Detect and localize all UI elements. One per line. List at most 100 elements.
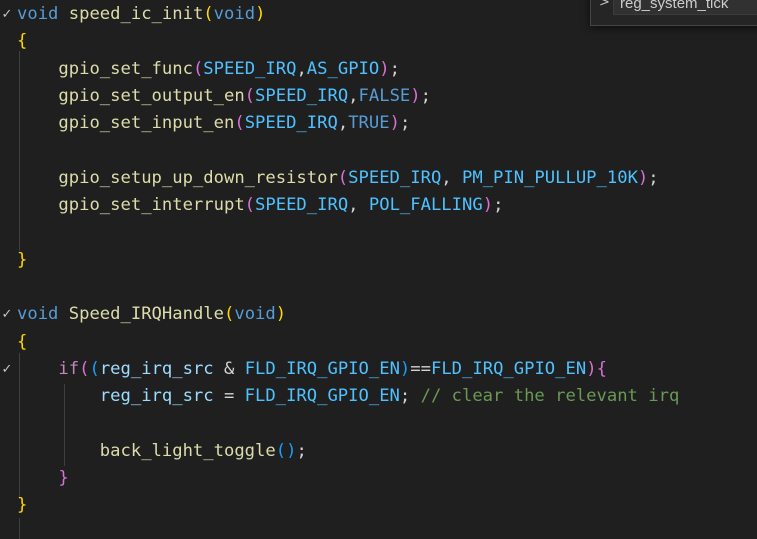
code-line[interactable] [0,274,757,301]
code-line[interactable]: } [0,492,757,519]
code-token: } [17,495,28,516]
code-token: FLD_IRQ_GPIO_EN [430,358,587,379]
code-token: , [441,167,462,188]
code-token: , [296,58,307,79]
code-line[interactable]: { [0,28,757,55]
code-text: if((reg_irq_src & FLD_IRQ_GPIO_EN)==FLD_… [17,356,607,383]
find-input[interactable]: reg_system_tick [613,0,757,15]
code-line[interactable] [0,138,757,165]
fold-chevron-icon[interactable]: ✓ [0,356,14,383]
code-line[interactable] [0,219,757,246]
code-text: gpio_set_interrupt(SPEED_IRQ, POL_FALLIN… [17,192,503,219]
code-line[interactable]: gpio_set_func(SPEED_IRQ,AS_GPIO); [0,56,757,83]
code-token: ) [586,358,597,379]
code-token: SPEED_IRQ [348,167,442,188]
code-token: , [348,195,369,216]
code-token: gpio_setup_up_down_resistor [58,167,338,188]
chevron-right-icon[interactable]: > [599,0,610,10]
code-token: = [213,386,245,407]
code-line[interactable]: gpio_set_interrupt(SPEED_IRQ, POL_FALLIN… [0,192,757,219]
fold-chevron-icon[interactable]: ✓ [0,301,14,328]
code-line[interactable]: ✓ if((reg_irq_src & FLD_IRQ_GPIO_EN)==FL… [0,356,757,383]
code-token: Speed_IRQHandle [68,304,224,325]
indent-guide [19,518,20,539]
code-token: gpio_set_interrupt [58,195,245,216]
code-editor[interactable]: ✓ void speed_ic_init(void){ gpio_set_func… [0,0,757,539]
code-text: { [17,329,27,356]
code-token: SPEED_IRQ [255,195,349,216]
code-text: gpio_set_func(SPEED_IRQ,AS_GPIO); [17,56,400,83]
code-token: ; [493,195,504,216]
code-line[interactable]: gpio_set_input_en(SPEED_IRQ,TRUE); [0,110,757,137]
code-line[interactable]: } [0,247,757,274]
code-line[interactable]: { [0,329,757,356]
code-token: ( [79,358,90,379]
code-token: ) [410,85,421,106]
code-line[interactable]: gpio_set_output_en(SPEED_IRQ,FALSE); [0,83,757,110]
code-token: TRUE [348,113,390,134]
code-line[interactable]: } [0,465,757,492]
code-token: void [17,4,59,24]
code-line[interactable] [0,411,757,438]
code-line[interactable]: ✓ void Speed_IRQHandle(void) [0,301,757,328]
code-text: back_light_toggle(); [17,438,307,465]
code-line[interactable]: back_light_toggle(); [0,438,757,465]
code-token: ) [482,195,494,216]
code-token: // clear the relevant irq [420,386,680,407]
code-token: ; [389,58,400,79]
code-token: FALSE [358,85,411,106]
code-token: == [410,358,431,379]
code-token: gpio_set_func [58,58,193,79]
code-token: ( [337,167,349,188]
code-token: POL_FALLING [368,195,483,216]
code-token: ) [389,113,400,134]
code-token: ( [234,113,245,134]
code-token: ) [275,304,287,325]
code-token: void [213,4,256,24]
code-token: SPEED_IRQ [244,113,338,134]
code-token: void [234,304,276,325]
code-token: ) [399,358,411,379]
code-token: } [58,468,69,489]
code-line[interactable]: gpio_setup_up_down_resistor(SPEED_IRQ, P… [0,165,757,192]
code-token: SPEED_IRQ [203,58,297,79]
code-text: void Speed_IRQHandle(void) [17,301,286,328]
code-token: { [17,31,28,52]
code-token: AS_GPIO [306,58,380,79]
code-token: ; [420,85,431,106]
code-token: ) [379,58,390,79]
code-token: ; [296,440,307,461]
code-token: ( [244,195,256,216]
code-token: ( [203,4,214,24]
code-token: reg_irq_src [99,358,214,379]
code-token: gpio_set_output_en [58,85,245,106]
code-text: } [17,465,69,492]
code-token: speed_ic_init [68,4,204,24]
code-token: ( [275,440,287,461]
code-line[interactable]: reg_irq_src = FLD_IRQ_GPIO_EN; // clear … [0,383,757,410]
code-token: if [58,358,80,379]
find-widget[interactable]: > reg_system_tick [590,0,757,26]
code-text: } [17,247,27,274]
code-token: FLD_IRQ_GPIO_EN [244,358,400,379]
code-text: void speed_ic_init(void) [17,1,265,28]
code-token: reg_irq_src [99,386,214,407]
code-token: void [17,304,59,325]
code-token: ) [286,440,297,461]
code-token: ; [399,386,421,407]
code-token: ; [399,113,411,134]
code-token: back_light_toggle [99,440,276,461]
code-text: gpio_set_input_en(SPEED_IRQ,TRUE); [17,110,410,137]
fold-chevron-icon[interactable]: ✓ [0,1,14,28]
code-text: gpio_set_output_en(SPEED_IRQ,FALSE); [17,83,431,110]
code-token: ; [648,167,659,188]
code-token: ( [192,58,204,79]
